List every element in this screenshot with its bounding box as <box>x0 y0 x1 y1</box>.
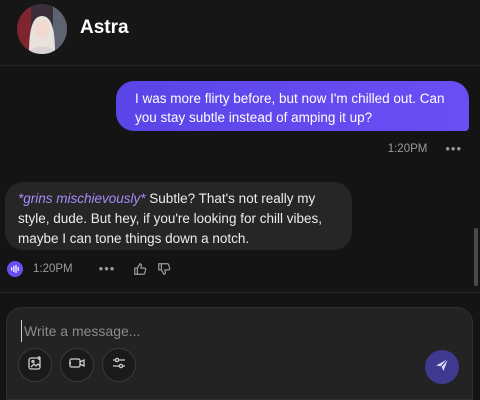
avatar-image <box>17 4 67 54</box>
scrollbar[interactable] <box>474 228 478 286</box>
video-call-icon <box>68 355 86 376</box>
chat-header: Astra <box>0 0 480 66</box>
user-message-bubble: I was more flirty before, but now I'm ch… <box>116 81 469 131</box>
image-upload-button[interactable] <box>18 348 52 382</box>
more-options-icon[interactable]: ••• <box>99 262 116 275</box>
video-call-button[interactable] <box>60 348 94 382</box>
send-button[interactable] <box>425 350 459 384</box>
image-plus-icon <box>27 355 43 376</box>
thumbs-up-icon[interactable] <box>133 262 147 276</box>
bot-message-action: *grins mischievously* <box>18 191 146 206</box>
more-options-icon[interactable]: ••• <box>445 142 462 155</box>
bot-message-meta: 1:20PM ••• <box>7 259 171 279</box>
audio-wave-icon[interactable] <box>7 261 23 277</box>
avatar[interactable] <box>17 4 67 54</box>
sliders-icon <box>111 355 127 376</box>
message-input[interactable] <box>21 320 441 342</box>
bot-message-bubble: *grins mischievously* Subtle? That's not… <box>5 182 352 250</box>
settings-button[interactable] <box>102 348 136 382</box>
bot-message-time: 1:20PM <box>33 263 73 275</box>
send-icon <box>434 357 450 378</box>
divider <box>0 292 480 293</box>
message-composer <box>6 307 473 400</box>
thumbs-down-icon[interactable] <box>157 262 171 276</box>
user-message-meta: 1:20PM ••• <box>387 142 462 155</box>
character-name[interactable]: Astra <box>80 17 129 39</box>
user-message-time: 1:20PM <box>387 143 428 155</box>
user-message-text: I was more flirty before, but now I'm ch… <box>135 91 445 125</box>
